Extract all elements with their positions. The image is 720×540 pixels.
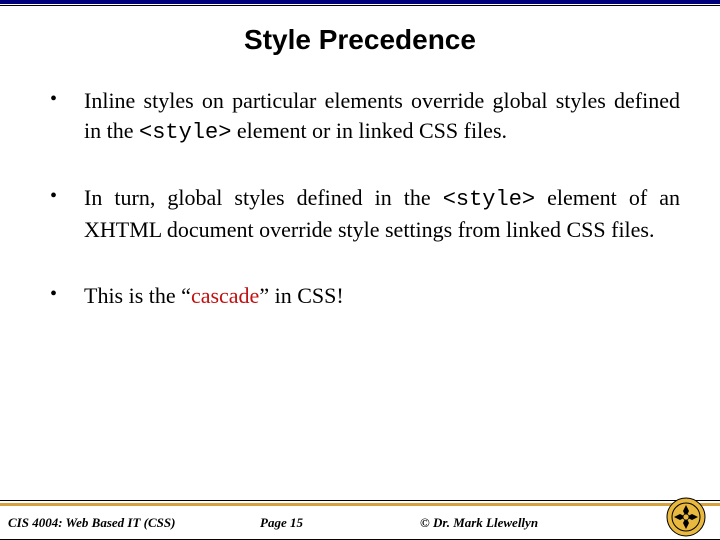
top-border [0, 0, 720, 4]
text-part: element or in linked CSS files. [231, 118, 507, 143]
footer: CIS 4004: Web Based IT (CSS) Page 15 © D… [0, 500, 720, 540]
footer-divider [0, 500, 720, 501]
code-literal: <style> [139, 120, 231, 145]
bullet-text: In turn, global styles defined in the <s… [84, 183, 680, 244]
footer-page-number: Page 15 [260, 515, 380, 531]
code-literal: <style> [443, 187, 535, 212]
bullet-text: This is the “cascade” in CSS! [84, 281, 680, 311]
content-area: • Inline styles on particular elements o… [0, 86, 720, 310]
bullet-marker: • [50, 86, 84, 113]
bullet-item: • This is the “cascade” in CSS! [50, 281, 680, 311]
ucf-logo-icon [666, 497, 706, 537]
highlight-word: cascade [191, 283, 259, 308]
bullet-marker: • [50, 281, 84, 308]
text-part: In turn, global styles defined in the [84, 185, 443, 210]
bullet-text: Inline styles on particular elements ove… [84, 86, 680, 147]
bullet-item: • In turn, global styles defined in the … [50, 183, 680, 244]
footer-bar: CIS 4004: Web Based IT (CSS) Page 15 © D… [0, 506, 720, 540]
bullet-marker: • [50, 183, 84, 210]
bullet-item: • Inline styles on particular elements o… [50, 86, 680, 147]
slide-title: Style Precedence [0, 24, 720, 56]
thin-divider [0, 5, 720, 6]
text-part: This is the “ [84, 283, 191, 308]
footer-course: CIS 4004: Web Based IT (CSS) [0, 515, 260, 531]
text-part: ” in CSS! [259, 283, 343, 308]
